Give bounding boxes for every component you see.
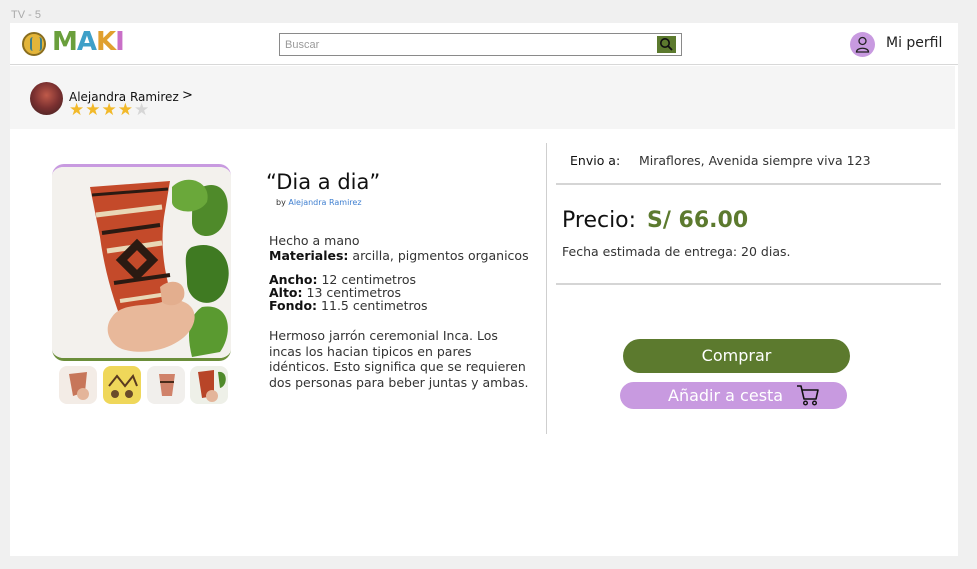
logo-icon[interactable] — [22, 32, 46, 56]
detail-handmade: Hecho a mano — [269, 233, 360, 248]
star-icon: ★ — [85, 100, 102, 120]
logo-letter-a: A — [76, 27, 97, 57]
delivery-estimate: Fecha estimada de entrega: 20 dias. — [562, 244, 791, 259]
shipping-address[interactable]: Miraflores, Avenida siempre viva 123 — [639, 153, 871, 168]
add-to-cart-label: Añadir a cesta — [668, 386, 784, 405]
frame-label: TV - 5 — [11, 9, 41, 21]
logo-letter-i: I — [115, 27, 125, 57]
star-icon: ★ — [117, 100, 134, 120]
star-icon: ★ — [69, 100, 86, 120]
seller-bar: Alejandra Ramirez > ★★★★★ — [10, 66, 955, 129]
byline-author-link[interactable]: Alejandra Ramirez — [288, 198, 361, 207]
price-value: S/ 66.00 — [647, 208, 749, 233]
search-input[interactable] — [280, 34, 655, 55]
thumbnail-1[interactable] — [59, 366, 97, 404]
depth-label: Fondo: — [269, 298, 318, 313]
page-frame: MAKI Mi perfil Alejandra Ramirez > ★★★★★ — [10, 23, 958, 556]
divider-bottom — [556, 283, 941, 285]
divider-top — [556, 183, 941, 185]
materials-label: Materiales: — [269, 248, 349, 263]
product-main-image[interactable] — [52, 164, 231, 361]
byline-prefix: by — [276, 198, 286, 207]
add-to-cart-button[interactable]: Añadir a cesta — [620, 382, 847, 409]
search-bar — [279, 33, 682, 56]
seller-rating: ★★★★★ — [69, 100, 150, 120]
product-title: “Dia a dia” — [266, 170, 381, 194]
search-icon — [660, 38, 673, 51]
seller-arrow-icon[interactable]: > — [182, 88, 193, 103]
top-header: MAKI Mi perfil — [10, 23, 958, 65]
materials-value: arcilla, pigmentos organicos — [352, 248, 529, 263]
product-byline: by Alejandra Ramirez — [276, 198, 362, 207]
star-empty-icon: ★ — [134, 100, 151, 120]
product-description: Hermoso jarrón ceremonial Inca. Los inca… — [269, 328, 529, 390]
depth-value: 11.5 centimetros — [321, 298, 428, 313]
seller-avatar[interactable] — [30, 82, 63, 115]
search-button[interactable] — [657, 36, 676, 53]
star-icon: ★ — [101, 100, 118, 120]
profile-link[interactable]: Mi perfil — [886, 35, 942, 51]
detail-materials: Materiales: arcilla, pigmentos organicos — [269, 248, 529, 263]
buy-button[interactable]: Comprar — [623, 339, 850, 373]
price-label: Precio: — [562, 208, 637, 233]
detail-depth: Fondo: 11.5 centimetros — [269, 298, 428, 313]
thumbnail-3[interactable] — [147, 366, 185, 404]
cart-icon — [797, 385, 819, 406]
thumbnail-2[interactable] — [103, 366, 141, 404]
user-icon — [855, 36, 870, 53]
thumbnail-4[interactable] — [190, 366, 228, 404]
logo-wordmark[interactable]: MAKI — [52, 27, 125, 57]
logo-letter-k: K — [96, 27, 116, 57]
profile-avatar[interactable] — [850, 32, 875, 57]
shipping-label: Envio a: — [570, 153, 621, 168]
logo-letter-m: M — [52, 27, 78, 57]
column-divider — [546, 143, 547, 434]
